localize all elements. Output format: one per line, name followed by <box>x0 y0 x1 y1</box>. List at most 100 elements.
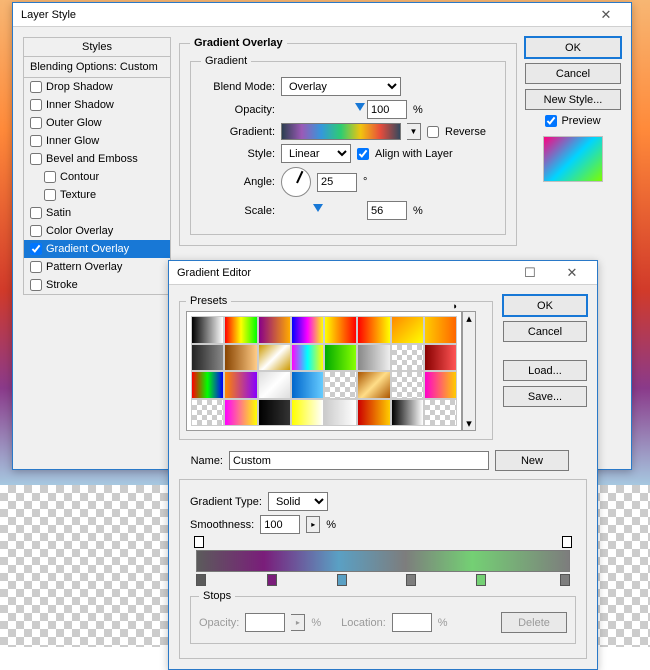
preset-swatch[interactable] <box>258 344 291 372</box>
preset-swatch[interactable] <box>324 316 357 344</box>
type-select[interactable]: Solid <box>268 492 328 511</box>
style-checkbox[interactable] <box>30 225 42 237</box>
flyout-icon[interactable]: ◑ <box>452 301 457 311</box>
opacity-stop-right[interactable] <box>562 536 572 548</box>
titlebar[interactable]: Layer Style ✕ <box>13 3 631 27</box>
color-stop[interactable] <box>267 574 277 586</box>
ge-ok-button[interactable]: OK <box>503 295 587 316</box>
style-checkbox[interactable] <box>30 117 42 129</box>
preset-swatch[interactable] <box>291 316 324 344</box>
style-checkbox[interactable] <box>30 81 42 93</box>
style-item-inner-shadow[interactable]: Inner Shadow <box>24 96 170 114</box>
color-stop[interactable] <box>337 574 347 586</box>
preset-swatch[interactable] <box>324 399 357 427</box>
blending-options[interactable]: Blending Options: Custom <box>24 57 170 78</box>
preset-swatch[interactable] <box>357 316 390 344</box>
cancel-button[interactable]: Cancel <box>525 63 621 84</box>
preset-swatch[interactable] <box>291 371 324 399</box>
color-stop[interactable] <box>476 574 486 586</box>
ok-button[interactable]: OK <box>525 37 621 58</box>
preview-checkbox[interactable] <box>545 115 557 127</box>
gradient-swatch[interactable] <box>281 123 401 140</box>
preset-swatch[interactable] <box>224 371 257 399</box>
style-select[interactable]: Linear <box>281 144 351 163</box>
align-checkbox[interactable] <box>357 148 369 160</box>
style-item-drop-shadow[interactable]: Drop Shadow <box>24 78 170 96</box>
maximize-icon[interactable]: ☐ <box>509 262 551 284</box>
preset-swatch[interactable] <box>224 316 257 344</box>
style-item-gradient-overlay[interactable]: Gradient Overlay <box>24 240 170 258</box>
preset-swatch[interactable] <box>224 399 257 427</box>
preset-swatch[interactable] <box>191 316 224 344</box>
smooth-dropdown-icon[interactable]: ▸ <box>306 516 320 533</box>
styles-header[interactable]: Styles <box>24 38 170 57</box>
scroll-up-icon[interactable]: ▴ <box>466 312 472 325</box>
ge-titlebar[interactable]: Gradient Editor ☐ ✕ <box>169 261 597 285</box>
preset-swatch[interactable] <box>357 344 390 372</box>
style-checkbox[interactable] <box>30 99 42 111</box>
color-stop[interactable] <box>406 574 416 586</box>
style-checkbox[interactable] <box>30 261 42 273</box>
style-checkbox[interactable] <box>30 279 42 291</box>
scrollbar[interactable]: ▴▾ <box>462 311 476 431</box>
preset-swatch[interactable] <box>224 344 257 372</box>
preset-swatch[interactable] <box>357 371 390 399</box>
opacity-stop-left[interactable] <box>194 536 204 548</box>
style-item-satin[interactable]: Satin <box>24 204 170 222</box>
preset-swatch[interactable] <box>424 371 457 399</box>
smooth-input[interactable] <box>260 515 300 534</box>
preset-swatch[interactable] <box>191 399 224 427</box>
preset-swatch[interactable] <box>424 344 457 372</box>
preset-swatch[interactable] <box>324 371 357 399</box>
reverse-checkbox[interactable] <box>427 126 439 138</box>
style-checkbox[interactable] <box>30 153 42 165</box>
preset-swatch[interactable] <box>357 399 390 427</box>
style-item-outer-glow[interactable]: Outer Glow <box>24 114 170 132</box>
scroll-down-icon[interactable]: ▾ <box>466 417 472 430</box>
style-item-stroke[interactable]: Stroke <box>24 276 170 294</box>
style-item-pattern-overlay[interactable]: Pattern Overlay <box>24 258 170 276</box>
presets-grid[interactable] <box>186 311 462 431</box>
new-style-button[interactable]: New Style... <box>525 89 621 110</box>
style-checkbox[interactable] <box>30 207 42 219</box>
style-checkbox[interactable] <box>30 243 42 255</box>
preset-swatch[interactable] <box>258 371 291 399</box>
new-button[interactable]: New <box>495 450 569 471</box>
preset-swatch[interactable] <box>258 316 291 344</box>
ge-cancel-button[interactable]: Cancel <box>503 321 587 342</box>
gradient-dropdown-icon[interactable]: ▼ <box>407 123 421 140</box>
style-item-inner-glow[interactable]: Inner Glow <box>24 132 170 150</box>
style-item-contour[interactable]: Contour <box>24 168 170 186</box>
opacity-slider[interactable] <box>281 103 361 117</box>
opacity-input[interactable] <box>367 100 407 119</box>
save-button[interactable]: Save... <box>503 386 587 407</box>
preset-swatch[interactable] <box>424 316 457 344</box>
scale-input[interactable] <box>367 201 407 220</box>
preset-swatch[interactable] <box>391 316 424 344</box>
preset-swatch[interactable] <box>291 399 324 427</box>
style-checkbox[interactable] <box>44 171 56 183</box>
close-icon[interactable]: ✕ <box>585 4 627 26</box>
gradient-bar[interactable] <box>196 550 570 572</box>
color-stop[interactable] <box>560 574 570 586</box>
preset-swatch[interactable] <box>424 399 457 427</box>
style-item-color-overlay[interactable]: Color Overlay <box>24 222 170 240</box>
color-stop[interactable] <box>196 574 206 586</box>
name-input[interactable] <box>229 451 489 470</box>
blend-mode-select[interactable]: Overlay <box>281 77 401 96</box>
scale-slider[interactable] <box>281 204 361 218</box>
style-checkbox[interactable] <box>44 189 56 201</box>
ge-close-icon[interactable]: ✕ <box>551 262 593 284</box>
preset-swatch[interactable] <box>291 344 324 372</box>
preset-swatch[interactable] <box>391 399 424 427</box>
preset-swatch[interactable] <box>191 371 224 399</box>
load-button[interactable]: Load... <box>503 360 587 381</box>
angle-input[interactable] <box>317 173 357 192</box>
preset-swatch[interactable] <box>191 344 224 372</box>
preset-swatch[interactable] <box>391 344 424 372</box>
preset-swatch[interactable] <box>324 344 357 372</box>
style-item-texture[interactable]: Texture <box>24 186 170 204</box>
style-item-bevel-and-emboss[interactable]: Bevel and Emboss <box>24 150 170 168</box>
style-checkbox[interactable] <box>30 135 42 147</box>
preset-swatch[interactable] <box>258 399 291 427</box>
